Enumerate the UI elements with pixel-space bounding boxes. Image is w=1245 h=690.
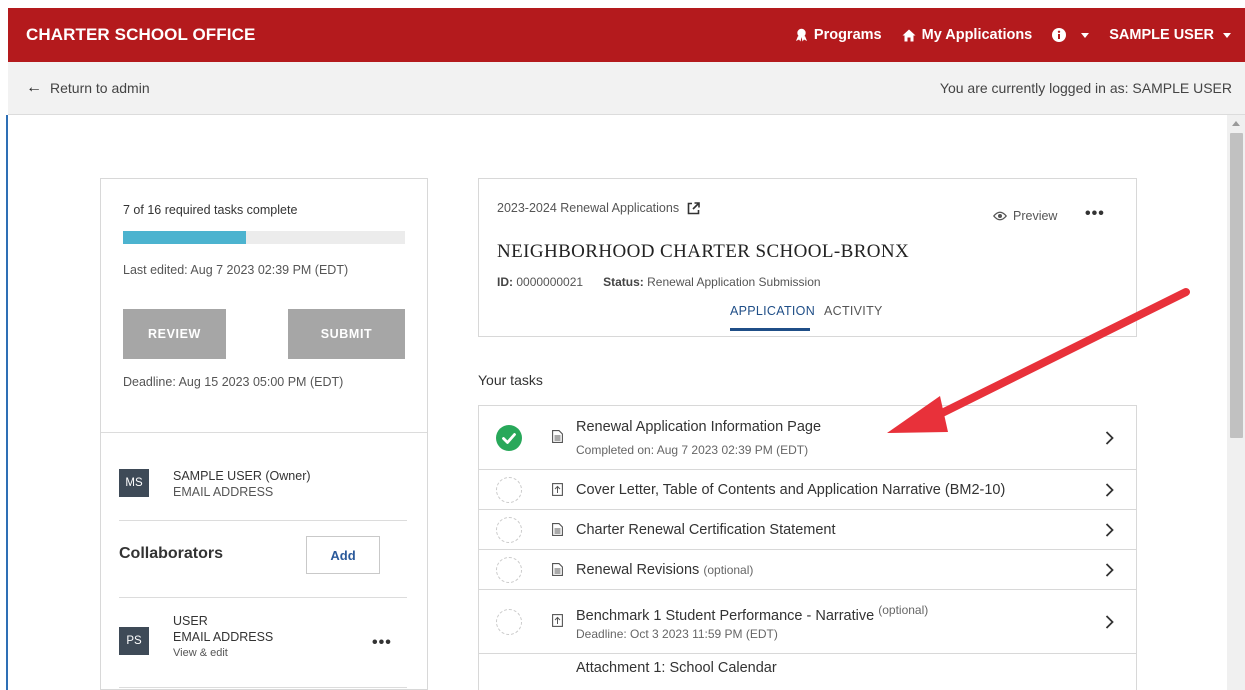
annotation-arrow-icon	[887, 288, 1190, 433]
